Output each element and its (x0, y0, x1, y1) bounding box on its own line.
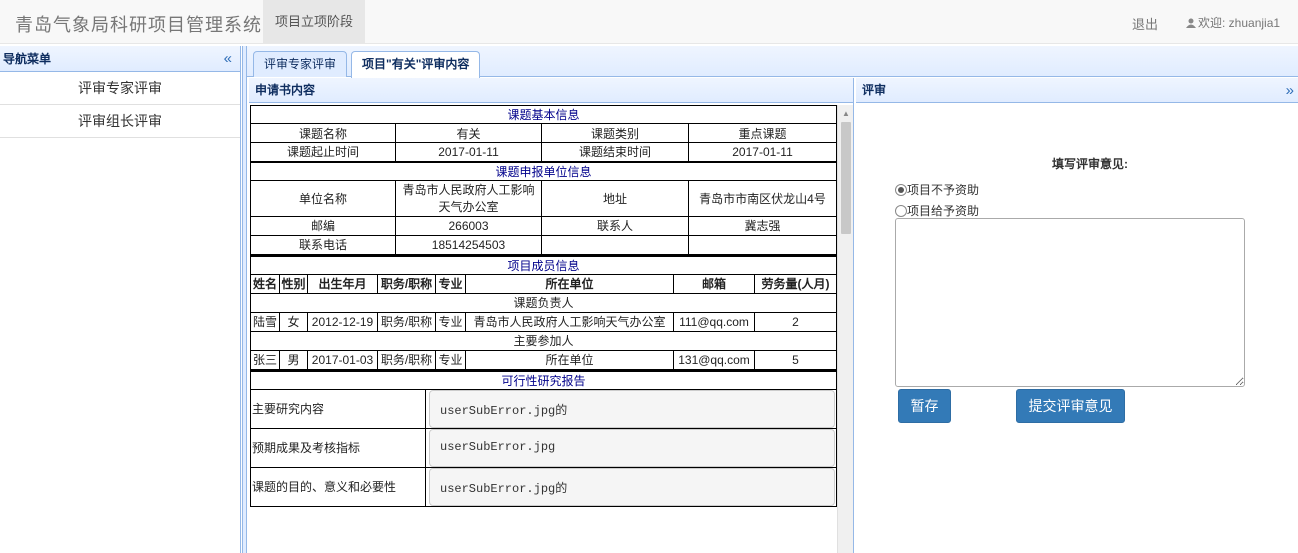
review-panel-header: 评审 » (856, 78, 1298, 103)
expand-icon[interactable]: » (1286, 78, 1294, 103)
member-cell: 职务/职称 (377, 311, 436, 332)
empty-cell (687, 234, 837, 255)
column-header: 专业 (435, 273, 466, 294)
member-cell: 5 (753, 349, 837, 370)
application-panel: 申请书内容 课题基本信息 课题名称 有关 课题类别 重点课题 课题起止时间 20… (249, 78, 854, 553)
table-row: 陆雪 女 2012-12-19 职务/职称 专业 青岛市人民政府人工影响天气办公… (250, 311, 837, 332)
sidebar: 导航菜单 « 评审专家评审 评审组长评审 (0, 46, 241, 553)
project-type-label: 课题类别 (541, 123, 689, 143)
member-cell: 张三 (250, 349, 280, 370)
scroll-up-icon[interactable]: ▲ (842, 109, 850, 118)
application-form: 课题基本信息 课题名称 有关 课题类别 重点课题 课题起止时间 2017-01-… (249, 105, 837, 553)
member-cell: 青岛市人民政府人工影响天气办公室 (465, 311, 674, 332)
member-cell: 2012-12-19 (307, 311, 378, 332)
review-comment-textarea[interactable] (895, 218, 1245, 387)
tab-project-review-content[interactable]: 项目"有关"评审内容 (351, 51, 481, 78)
column-header: 职务/职称 (377, 273, 436, 294)
report-value-box: userSubError.jpg (429, 429, 835, 466)
user-welcome[interactable]: 欢迎: zhuanjia1 (1186, 14, 1280, 31)
member-cell: 111@qq.com (673, 311, 755, 332)
section-unit-info: 课题申报单位信息 (249, 160, 837, 181)
report-value-box: userSubError.jpg的 (429, 468, 835, 505)
unit-name-value: 青岛市人民政府人工影响天气办公室 (395, 179, 542, 217)
option-label: 项目给予资助 (907, 204, 980, 218)
collapse-icon[interactable]: « (224, 46, 232, 72)
section-report: 可行性研究报告 (249, 369, 837, 390)
project-name-label: 课题名称 (250, 123, 396, 143)
phone-label: 联系电话 (250, 234, 396, 255)
empty-cell (541, 234, 689, 255)
option-no-funding[interactable]: 项目不予资助 (895, 181, 979, 198)
radio-no-funding[interactable] (895, 184, 907, 196)
member-cell: 2 (753, 311, 837, 332)
column-header: 所在单位 (465, 273, 674, 294)
sidebar-title: 导航菜单 (3, 52, 52, 66)
review-panel: 评审 » 填写评审意见: 项目不予资助 项目给予资助 暂存 提交评审意见 (856, 78, 1298, 553)
basic-info-table: 课题基本信息 课题名称 有关 课题类别 重点课题 课题起止时间 2017-01-… (249, 105, 837, 255)
report-label: 预期成果及考核指标 (250, 427, 426, 468)
member-cell: 陆雪 (250, 311, 280, 332)
start-date-label: 课题起止时间 (250, 142, 396, 162)
report-table: 可行性研究报告 主要研究内容 userSubError.jpg的 预期成果及考核… (249, 369, 837, 507)
member-cell: 职务/职称 (377, 349, 436, 370)
members-table: 项目成员信息 姓名 性别 出生年月 职务/职称 专业 所在单位 邮箱 劳务量(人… (249, 254, 837, 370)
sidebar-item-leader-review[interactable]: 评审组长评审 (0, 105, 240, 138)
welcome-text: 欢迎: zhuanjia1 (1198, 16, 1281, 30)
column-header: 劳务量(人月) (753, 273, 837, 294)
member-cell: 男 (279, 349, 308, 370)
opinion-title: 填写评审意见: (1052, 157, 1128, 171)
table-row: 张三 男 2017-01-03 职务/职称 专业 所在单位 131@qq.com… (250, 349, 837, 370)
report-label: 课题的目的、意义和必要性 (250, 466, 426, 507)
logout-link[interactable]: 退出 (1132, 14, 1158, 33)
column-header: 出生年月 (307, 273, 378, 294)
phone-value: 18514254503 (395, 234, 542, 255)
column-header: 性别 (279, 273, 308, 294)
user-icon (1186, 18, 1196, 28)
column-header: 邮箱 (673, 273, 755, 294)
main-area: 评审专家评审 项目"有关"评审内容 申请书内容 课题基本信息 课题名称 有关 课… (247, 46, 1298, 553)
tab-bar: 评审专家评审 项目"有关"评审内容 (247, 46, 1298, 78)
address-label: 地址 (541, 179, 689, 217)
address-value: 青岛市市南区伏龙山4号 (687, 179, 837, 217)
app-title[interactable]: 青岛气象局科研项目管理系统 (15, 11, 262, 37)
contact-label: 联系人 (541, 215, 689, 236)
member-cell: 所在单位 (465, 349, 674, 370)
end-date-value: 2017-01-11 (687, 142, 837, 162)
member-cell: 131@qq.com (673, 349, 755, 370)
zip-label: 邮编 (250, 215, 396, 236)
contact-value: 冀志强 (687, 215, 837, 236)
start-date-value: 2017-01-11 (395, 142, 542, 162)
member-cell: 2017-01-03 (307, 349, 378, 370)
save-draft-button[interactable]: 暂存 (898, 389, 951, 423)
project-name-value: 有关 (395, 123, 542, 143)
tab-expert-review[interactable]: 评审专家评审 (253, 51, 348, 77)
submit-review-button[interactable]: 提交评审意见 (1016, 389, 1125, 423)
option-label: 项目不予资助 (907, 183, 980, 197)
scrollbar-thumb[interactable] (841, 122, 851, 234)
option-funding[interactable]: 项目给予资助 (895, 202, 979, 219)
section-basic-info: 课题基本信息 (249, 105, 837, 124)
stage-tab[interactable]: 项目立项阶段 (263, 0, 365, 44)
top-navbar: 青岛气象局科研项目管理系统 项目立项阶段 退出 欢迎: zhuanjia1 (0, 0, 1298, 44)
sidebar-item-expert-review[interactable]: 评审专家评审 (0, 72, 240, 105)
section-members: 项目成员信息 (249, 254, 837, 275)
member-cell: 女 (279, 311, 308, 332)
leader-section: 课题负责人 (249, 292, 837, 313)
sidebar-header: 导航菜单 « (0, 46, 240, 72)
end-date-label: 课题结束时间 (541, 142, 689, 162)
vertical-scrollbar[interactable]: ▲ (837, 105, 853, 553)
column-header: 姓名 (250, 273, 280, 294)
project-type-value: 重点课题 (687, 123, 837, 143)
report-value-box: userSubError.jpg的 (429, 390, 835, 427)
review-panel-title: 评审 (862, 83, 887, 97)
member-cell: 专业 (435, 349, 466, 370)
application-panel-title: 申请书内容 (249, 78, 853, 103)
unit-name-label: 单位名称 (250, 179, 396, 217)
member-cell: 专业 (435, 311, 466, 332)
report-label: 主要研究内容 (250, 388, 426, 429)
participant-section: 主要参加人 (249, 330, 837, 351)
radio-funding[interactable] (895, 205, 907, 217)
zip-value: 266003 (395, 215, 542, 236)
